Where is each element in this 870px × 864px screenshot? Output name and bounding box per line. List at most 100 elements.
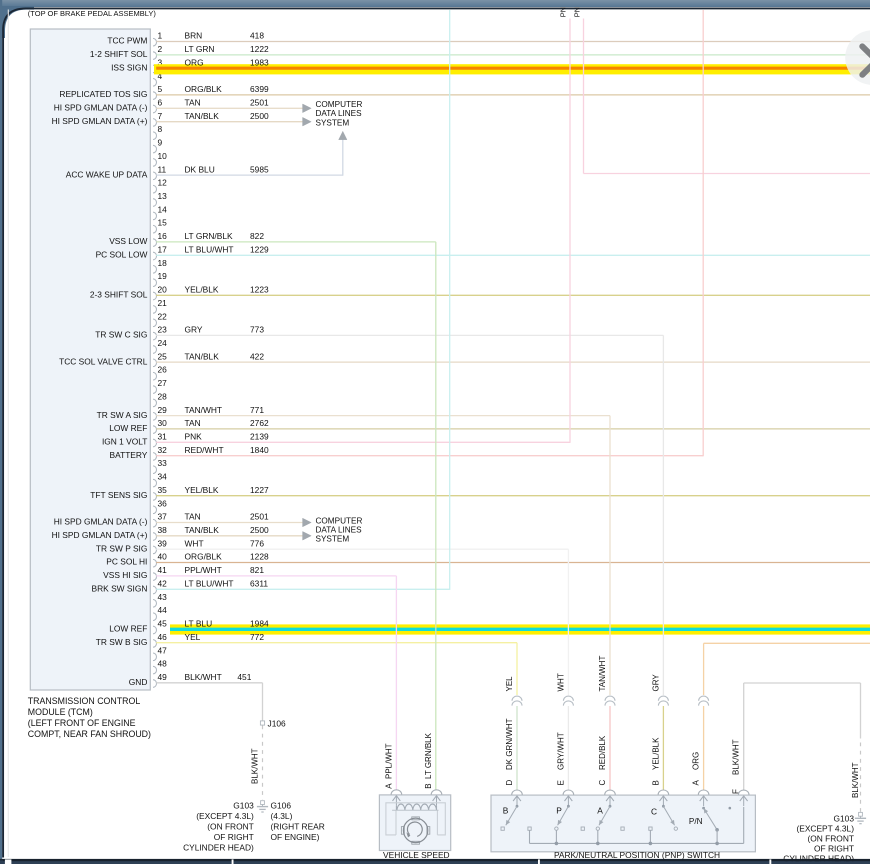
svg-text:822: 822 — [250, 231, 264, 241]
svg-text:G103: G103 — [233, 800, 254, 810]
svg-text:TR SW C SIG: TR SW C SIG — [95, 330, 147, 340]
svg-text:GRY/WHT: GRY/WHT — [556, 732, 565, 770]
svg-text:TAN: TAN — [185, 512, 201, 522]
svg-text:A: A — [597, 805, 603, 815]
svg-text:773: 773 — [250, 325, 264, 335]
svg-text:P: P — [556, 805, 562, 815]
svg-text:(TOP OF BRAKE PEDAL ASSEMBLY): (TOP OF BRAKE PEDAL ASSEMBLY) — [28, 9, 157, 18]
svg-text:COMPUTER: COMPUTER — [316, 516, 363, 525]
svg-text:J106: J106 — [268, 719, 287, 729]
svg-text:OF ENGINE): OF ENGINE) — [271, 832, 320, 842]
svg-text:PN: PN — [559, 7, 568, 17]
svg-text:24: 24 — [158, 338, 168, 348]
svg-text:SYSTEM: SYSTEM — [316, 118, 350, 127]
svg-text:BRK SW SIGN: BRK SW SIGN — [92, 584, 148, 594]
svg-text:48: 48 — [158, 659, 168, 669]
svg-text:PNK: PNK — [185, 432, 203, 442]
svg-text:17: 17 — [158, 245, 168, 255]
svg-text:LT BLU: LT BLU — [185, 619, 213, 629]
svg-text:BRN: BRN — [185, 31, 203, 41]
svg-text:YEL/BLK: YEL/BLK — [185, 285, 219, 295]
svg-text:26: 26 — [158, 365, 168, 375]
svg-text:2762: 2762 — [250, 418, 269, 428]
svg-text:LT BLU/WHT: LT BLU/WHT — [185, 245, 234, 255]
svg-text:42: 42 — [158, 579, 168, 589]
svg-text:A: A — [692, 780, 701, 786]
svg-text:43: 43 — [158, 592, 168, 602]
svg-text:BLK/WHT: BLK/WHT — [251, 748, 260, 784]
svg-text:WHT: WHT — [556, 673, 565, 691]
svg-text:MODULE (TCM): MODULE (TCM) — [28, 707, 93, 717]
svg-text:2-3 SHIFT SOL: 2-3 SHIFT SOL — [90, 290, 148, 300]
svg-text:TAN: TAN — [185, 418, 201, 428]
svg-text:DATA LINES: DATA LINES — [316, 526, 363, 535]
svg-text:11: 11 — [158, 164, 167, 174]
svg-text:1840: 1840 — [250, 445, 269, 455]
svg-text:776: 776 — [250, 538, 264, 548]
svg-text:(RIGHT REAR: (RIGHT REAR — [271, 822, 325, 832]
svg-text:1983: 1983 — [250, 57, 269, 67]
svg-text:HI SPD GMLAN DATA (-): HI SPD GMLAN DATA (-) — [54, 517, 148, 527]
svg-text:35: 35 — [158, 485, 168, 495]
svg-text:LT GRN/BLK: LT GRN/BLK — [185, 231, 234, 241]
svg-text:B: B — [424, 783, 433, 788]
svg-text:2139: 2139 — [250, 432, 269, 442]
svg-text:22: 22 — [158, 311, 168, 321]
svg-text:418: 418 — [250, 31, 264, 41]
svg-text:821: 821 — [250, 565, 264, 575]
svg-text:38: 38 — [158, 525, 168, 535]
svg-text:OF RIGHT: OF RIGHT — [814, 843, 854, 853]
svg-text:46: 46 — [158, 632, 168, 642]
svg-text:39: 39 — [158, 538, 168, 548]
svg-text:16: 16 — [158, 231, 168, 241]
svg-text:(EXCEPT 4.3L): (EXCEPT 4.3L) — [796, 823, 854, 833]
svg-text:G103: G103 — [834, 813, 855, 823]
svg-text:6: 6 — [158, 98, 163, 108]
svg-text:TAN: TAN — [185, 98, 201, 108]
svg-text:WHT: WHT — [185, 538, 204, 548]
svg-text:HI SPD GMLAN DATA (-): HI SPD GMLAN DATA (-) — [54, 103, 148, 113]
svg-text:YEL: YEL — [185, 632, 201, 642]
svg-text:PARK/NEUTRAL POSITION (PNP) SW: PARK/NEUTRAL POSITION (PNP) SWITCH — [554, 850, 720, 860]
svg-text:GND: GND — [129, 677, 148, 687]
svg-text:LT GRN: LT GRN — [185, 44, 215, 54]
svg-text:TAN/WHT: TAN/WHT — [185, 405, 223, 415]
svg-text:45: 45 — [158, 619, 168, 629]
svg-text:TCC SOL VALVE CTRL: TCC SOL VALVE CTRL — [59, 356, 148, 366]
svg-text:D: D — [505, 780, 514, 786]
svg-text:19: 19 — [158, 271, 168, 281]
svg-text:TR SW B SIG: TR SW B SIG — [96, 637, 148, 647]
svg-text:5985: 5985 — [250, 164, 269, 174]
svg-text:1223: 1223 — [250, 285, 269, 295]
svg-text:1229: 1229 — [250, 245, 269, 255]
svg-text:GRY: GRY — [185, 325, 203, 335]
svg-text:21: 21 — [158, 298, 168, 308]
svg-text:TR SW A SIG: TR SW A SIG — [97, 410, 148, 420]
svg-text:27: 27 — [158, 378, 168, 388]
svg-text:31: 31 — [158, 432, 168, 442]
svg-text:9: 9 — [158, 138, 163, 148]
svg-text:LT GRN/BLK: LT GRN/BLK — [424, 732, 433, 779]
svg-text:14: 14 — [158, 204, 168, 214]
svg-text:TAN/WHT: TAN/WHT — [598, 656, 607, 692]
svg-text:YEL/BLK: YEL/BLK — [651, 737, 660, 770]
svg-text:49: 49 — [158, 672, 168, 682]
svg-text:LOW REF: LOW REF — [109, 624, 147, 634]
svg-text:15: 15 — [158, 218, 168, 228]
svg-text:LOW REF: LOW REF — [109, 423, 147, 433]
svg-text:TFT SENS SIG: TFT SENS SIG — [90, 490, 147, 500]
svg-text:1: 1 — [158, 31, 163, 41]
svg-text:COMPT, NEAR FAN SHROUD): COMPT, NEAR FAN SHROUD) — [28, 729, 151, 739]
svg-text:ORG: ORG — [185, 57, 204, 67]
svg-text:13: 13 — [158, 191, 168, 201]
svg-text:TR SW P SIG: TR SW P SIG — [96, 543, 148, 553]
svg-text:(ON FRONT: (ON FRONT — [807, 833, 854, 843]
svg-text:TCC PWM: TCC PWM — [107, 36, 147, 46]
svg-text:DK BLU: DK BLU — [185, 164, 215, 174]
svg-text:ACC WAKE UP DATA: ACC WAKE UP DATA — [66, 169, 148, 179]
svg-text:IGN 1 VOLT: IGN 1 VOLT — [102, 437, 147, 447]
svg-text:23: 23 — [158, 325, 168, 335]
svg-text:422: 422 — [250, 351, 264, 361]
svg-text:2500: 2500 — [250, 111, 269, 121]
svg-text:7: 7 — [158, 111, 163, 121]
